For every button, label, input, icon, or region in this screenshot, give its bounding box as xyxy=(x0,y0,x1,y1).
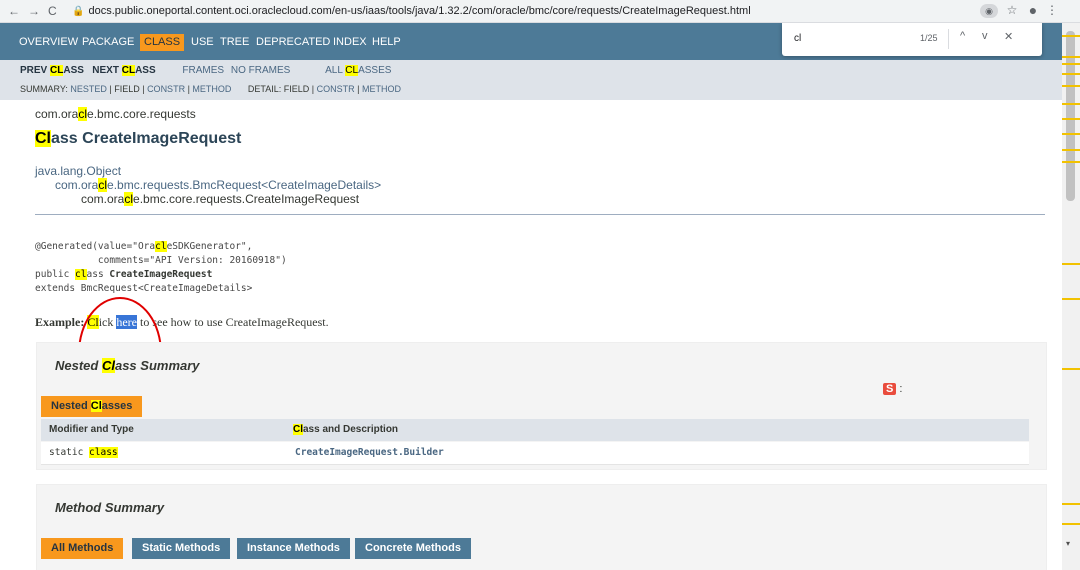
find-marker xyxy=(1062,35,1080,37)
find-previous-button[interactable]: ^ xyxy=(960,30,965,42)
browser-toolbar: ← → C 🔒 docs.public.oneportal.content.oci… xyxy=(0,0,1080,23)
method-summary-title: Method Summary xyxy=(55,500,165,515)
detail-method-link[interactable]: METHOD xyxy=(362,84,401,94)
find-close-button[interactable]: ✕ xyxy=(1004,30,1013,43)
find-count: 1/25 xyxy=(920,33,938,43)
find-marker xyxy=(1062,263,1080,265)
back-button[interactable]: ← xyxy=(8,3,20,19)
separator: | xyxy=(309,84,317,94)
package-name: com.oracle.bmc.core.requests xyxy=(35,107,196,121)
extension-overlay[interactable]: S : xyxy=(883,382,917,396)
nav-tree[interactable]: TREE xyxy=(220,36,249,49)
row-modifier: static class xyxy=(49,447,118,458)
method-summary: Method Summary All Methods Static Method… xyxy=(36,484,1047,570)
nav-class[interactable]: CLASS xyxy=(140,34,185,51)
detail-field: FIELD xyxy=(283,84,310,94)
forward-button[interactable]: → xyxy=(28,3,40,19)
nav-use[interactable]: USE xyxy=(191,36,214,49)
find-marker xyxy=(1062,103,1080,105)
prev-class-link[interactable]: PREV CLASS xyxy=(20,65,84,76)
tree-current-class: com.oracle.bmc.core.requests.CreateImage… xyxy=(81,192,360,206)
all-classes-link[interactable]: ALL CLASSES xyxy=(325,65,391,76)
find-next-button[interactable]: v xyxy=(982,30,988,42)
summary-nested-link[interactable]: NESTED xyxy=(70,84,107,94)
find-marker xyxy=(1062,368,1080,370)
next-class-link[interactable]: NEXT CLASS xyxy=(92,65,156,76)
subnav-row-links: PREV CLASS NEXT CLASS FRAMES NO FRAMES A… xyxy=(20,65,391,77)
tree-object-link[interactable]: java.lang.Object xyxy=(35,164,121,178)
no-frames-link[interactable]: NO FRAMES xyxy=(231,65,290,76)
table-row: static class CreateImageRequest.Builder xyxy=(41,442,1029,465)
builder-class-link[interactable]: CreateImageRequest.Builder xyxy=(295,442,444,464)
nav-package[interactable]: PACKAGE xyxy=(82,36,134,49)
find-marker xyxy=(1062,161,1080,163)
detail-constr-link[interactable]: CONSTR xyxy=(317,84,355,94)
find-marker xyxy=(1062,133,1080,135)
col-class-description: Class and Description xyxy=(293,424,399,435)
frames-link[interactable]: FRAMES xyxy=(182,65,224,76)
tab-concrete-methods[interactable]: Concrete Methods xyxy=(355,538,471,559)
find-marker xyxy=(1062,118,1080,120)
nested-summary-title: Nested Class Summary xyxy=(55,358,200,373)
separator: | xyxy=(354,84,362,94)
tab-static-methods[interactable]: Static Methods xyxy=(132,538,231,559)
url-text: docs.public.oneportal.content.oci.oracle… xyxy=(88,5,751,17)
nav-help[interactable]: HELP xyxy=(372,36,401,49)
tree-bmcrequest-link[interactable]: com.oracle.bmc.requests.BmcRequest<Creat… xyxy=(55,178,381,192)
tab-nested-classes[interactable]: Nested Classes xyxy=(41,396,143,417)
detail-label: DETAIL: xyxy=(247,84,284,94)
inheritance-tree: java.lang.Object com.oracle.bmc.requests… xyxy=(35,164,381,206)
extension-icon[interactable]: ◉ xyxy=(980,4,998,18)
summary-field: FIELD xyxy=(114,84,140,94)
nested-class-summary: Nested Class Summary S : Nested Classes … xyxy=(36,342,1047,470)
divider xyxy=(35,214,1045,215)
generated-comments: comments="API Version: 20160918") xyxy=(35,255,287,266)
profile-avatar-icon[interactable]: ● xyxy=(1024,2,1042,18)
scroll-down-arrow-icon[interactable]: ▾ xyxy=(1066,539,1070,548)
nav-index[interactable]: INDEX xyxy=(333,36,367,49)
tab-all-methods[interactable]: All Methods xyxy=(41,538,124,559)
class-signature: @Generated(value="OracleSDKGenerator", c… xyxy=(35,240,287,296)
generated-annotation: @Generated(value="OracleSDKGenerator", xyxy=(35,241,253,252)
page-title: Class CreateImageRequest xyxy=(35,130,242,147)
nested-table-header: Modifier and Type Class and Description xyxy=(41,419,1029,441)
javadoc-page: OVERVIEW PACKAGE CLASS USE TREE DEPRECAT… xyxy=(0,23,1062,570)
find-marker xyxy=(1062,503,1080,505)
overlay-menu-icon: : xyxy=(899,383,903,395)
summary-constr-link[interactable]: CONSTR xyxy=(147,84,185,94)
bookmark-star-icon[interactable]: ☆ xyxy=(1004,2,1020,18)
sub-navbar: PREV CLASS NEXT CLASS FRAMES NO FRAMES A… xyxy=(0,60,1062,100)
summary-label: SUMMARY: xyxy=(20,84,71,94)
find-bar: cl 1/25 ^ v ✕ xyxy=(782,23,1042,56)
address-bar[interactable]: 🔒 docs.public.oneportal.content.oci.oracl… xyxy=(72,2,952,20)
nav-overview[interactable]: OVERVIEW xyxy=(19,36,78,49)
example-text: Example: Click here to see how to use Cr… xyxy=(35,315,329,329)
page-scrollbar[interactable]: ▾ xyxy=(1062,23,1080,570)
tab-instance-methods[interactable]: Instance Methods xyxy=(237,538,350,559)
find-marker xyxy=(1062,73,1080,75)
lock-icon: 🔒 xyxy=(72,6,85,17)
find-marker xyxy=(1062,523,1080,525)
subnav-row-summary: SUMMARY: NESTED | FIELD | CONSTR | METHO… xyxy=(20,83,401,95)
col-modifier-type: Modifier and Type xyxy=(49,424,134,435)
find-marker xyxy=(1062,63,1080,65)
find-marker xyxy=(1062,85,1080,87)
separator: | xyxy=(139,84,148,94)
nav-deprecated[interactable]: DEPRECATED xyxy=(256,36,330,49)
sogou-icon: S xyxy=(883,383,897,395)
class-declaration: public class CreateImageRequest xyxy=(35,269,213,280)
summary-method-link[interactable]: METHOD xyxy=(192,84,231,94)
find-marker xyxy=(1062,149,1080,151)
find-marker xyxy=(1062,298,1080,300)
browser-menu-icon[interactable]: ⋮ xyxy=(1046,2,1058,18)
find-separator xyxy=(948,29,949,49)
extends-clause: extends BmcRequest<CreateImageDetails> xyxy=(35,283,253,294)
reload-button[interactable]: C xyxy=(48,3,57,19)
find-marker xyxy=(1062,56,1080,58)
find-input[interactable]: cl xyxy=(794,33,801,44)
